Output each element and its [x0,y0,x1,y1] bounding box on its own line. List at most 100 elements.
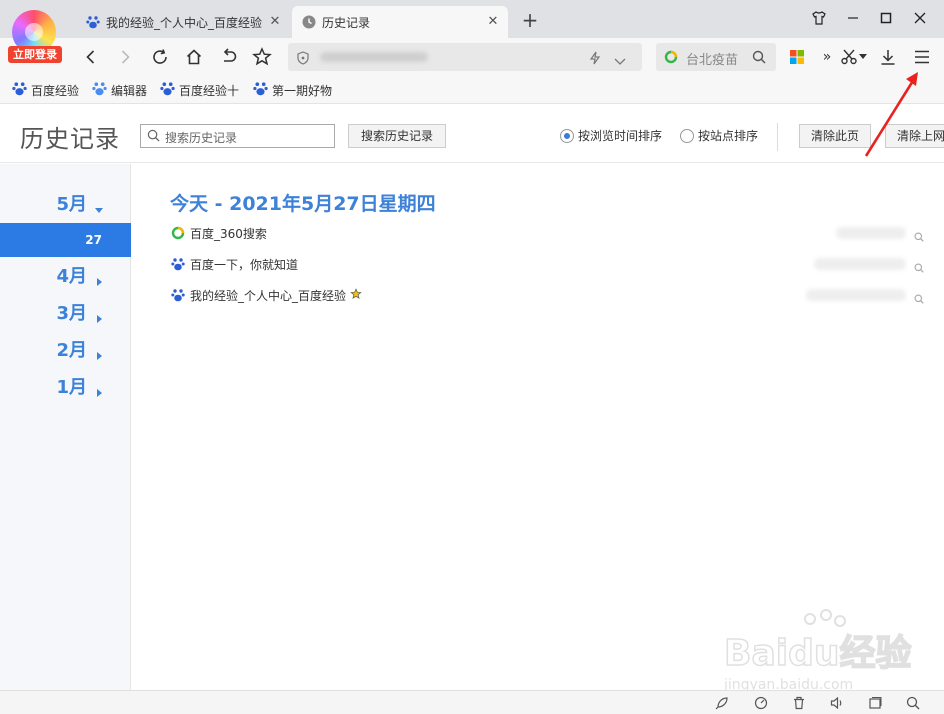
month-label: 5月 [56,194,87,215]
baidu-paw-icon [86,15,100,29]
radio-label: 按站点排序 [698,129,759,143]
caret-right-icon [97,344,103,365]
sidebar-item-march[interactable]: 3月 [0,295,131,325]
caret-down-icon [95,198,103,219]
tab-title: 我的经验_个人中心_百度经验 [106,15,263,30]
chevron-down-icon[interactable] [614,52,626,71]
bookmark-item[interactable]: 百度经验 [12,81,79,99]
bookmark-item[interactable]: 编辑器 [92,81,147,99]
day-label: 27 [85,233,102,247]
star-badge-icon [350,287,362,303]
rocket-icon[interactable] [715,696,729,710]
sidebar-item-april[interactable]: 4月 [0,258,131,288]
bookmark-item[interactable]: 第一期好物 [253,81,332,99]
tab-bar: 我的经验_个人中心_百度经验 ✕ 历史记录 ✕ + [0,0,944,38]
refresh-icon[interactable] [147,44,173,70]
baidu-paw-icon [92,81,107,99]
sort-by-time-radio[interactable]: 按浏览时间排序 [560,127,662,144]
search-icon [147,129,160,145]
undo-icon[interactable] [216,44,242,70]
shield-icon [296,50,310,69]
bookmark-label: 第一期好物 [272,83,333,98]
caret-right-icon [97,307,103,328]
baidu-paw-icon [170,287,186,303]
search-box[interactable]: 台北疫苗 [656,43,776,71]
month-label: 1月 [56,377,87,398]
radio-selected-icon [560,128,574,143]
sidebar-item-january[interactable]: 1月 [0,369,131,399]
month-sidebar: 5月 27 4月 3月 2月 1月 [0,164,131,690]
header-divider [777,123,778,151]
favorite-star-icon[interactable] [249,44,275,70]
entry-title: 百度一下，你就知道 [190,257,299,272]
lightning-icon[interactable] [588,50,602,69]
baidu-paw-icon [12,81,27,99]
maximize-icon[interactable] [875,8,897,28]
entry-title: 我的经验_个人中心_百度经验 [190,288,347,303]
sidebar-day-27[interactable]: 27 [0,223,131,257]
history-search-input[interactable]: 搜索历史记录 [140,124,335,148]
bookmark-label: 编辑器 [111,83,148,98]
blurred-url [320,52,428,62]
page-title: 历史记录 [20,125,120,153]
search-box-text: 台北疫苗 [686,53,739,68]
close-window-icon[interactable] [909,8,931,28]
home-icon[interactable] [181,44,207,70]
bookmarks-bar: 百度经验 编辑器 百度经验十 第一期好物 [0,76,944,104]
search-site-icon[interactable] [914,258,926,273]
search-site-icon[interactable] [914,227,926,242]
month-label: 3月 [56,303,87,324]
download-icon[interactable] [875,44,901,70]
window-icon[interactable] [868,696,882,710]
close-tab-icon[interactable]: ✕ [268,14,282,29]
radio-label: 按浏览时间排序 [578,129,663,143]
speed-dial-icon[interactable] [754,696,768,710]
history-entry[interactable]: 我的经验_个人中心_百度经验 [170,285,362,305]
apps-grid-icon[interactable] [784,44,810,70]
bookmark-label: 百度经验十 [179,83,240,98]
back-icon[interactable] [78,44,104,70]
radio-unselected-icon [680,128,694,143]
search-icon[interactable] [906,696,920,710]
history-entry[interactable]: 百度_360搜索 [170,223,267,243]
clock-icon [302,15,316,29]
history-search-button[interactable]: 搜索历史记录 [348,124,446,148]
scissors-dropdown-icon[interactable] [857,44,869,70]
blurred-entry-url [814,258,906,270]
sidebar-item-may[interactable]: 5月 [0,186,131,216]
sort-by-site-radio[interactable]: 按站点排序 [680,127,758,144]
caret-right-icon [97,270,103,291]
annotation-arrow-icon [864,72,918,157]
tab-history[interactable]: 历史记录 ✕ [292,6,508,38]
sidebar-item-february[interactable]: 2月 [0,332,131,362]
search-icon[interactable] [752,50,766,68]
tab-my-experience[interactable]: 我的经验_个人中心_百度经验 ✕ [76,6,290,38]
new-tab-button[interactable]: + [518,8,542,32]
caret-right-icon [97,381,103,402]
watermark-brand: Baidu经验 [724,633,911,674]
date-heading: 今天 - 2021年5月27日星期四 [170,193,436,215]
360-search-icon [664,50,678,68]
bookmark-label: 百度经验 [31,83,80,98]
volume-icon[interactable] [830,696,844,710]
minimize-icon[interactable] [842,8,864,28]
forward-icon[interactable] [112,44,138,70]
skin-shirt-icon[interactable] [808,8,830,28]
trash-icon[interactable] [792,696,806,710]
status-bar [0,690,944,714]
main-menu-icon[interactable] [909,44,935,70]
month-label: 2月 [56,340,87,361]
bookmark-item[interactable]: 百度经验十 [160,81,239,99]
baidu-jingyan-watermark: Baidu经验 jingyan.baidu.com [722,605,922,695]
search-site-icon[interactable] [914,289,926,304]
tab-title: 历史记录 [322,15,371,30]
360-search-icon [170,225,186,241]
history-entry[interactable]: 百度一下，你就知道 [170,254,298,274]
baidu-paw-icon [253,81,268,99]
close-tab-icon[interactable]: ✕ [486,14,500,29]
login-badge[interactable]: 立即登录 [8,46,62,63]
address-bar[interactable] [288,43,642,71]
month-label: 4月 [56,266,87,287]
blurred-entry-url [836,227,906,239]
navigation-toolbar: 台北疫苗 » [0,38,944,76]
